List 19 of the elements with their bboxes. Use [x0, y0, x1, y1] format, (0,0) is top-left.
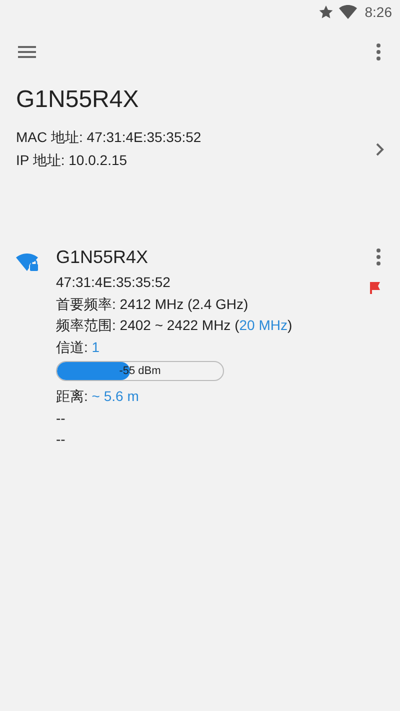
network-name: G1N55R4X [56, 246, 150, 269]
info-text: 首要频率: 2412 MHz (2.4 GHz) [56, 294, 250, 314]
star-icon [318, 5, 333, 19]
status-time: 8:26 [364, 4, 392, 20]
info-text: 频率范围: 2402 ~ 2422 MHz (20 MHz) [56, 316, 294, 335]
info-text: -- [56, 408, 66, 428]
info-text: MAC 地址: 47:31:4E:35:35:52 [16, 128, 202, 147]
more-options-icon[interactable] [376, 248, 381, 266]
menu-icon[interactable] [18, 46, 36, 58]
network-title: G1N55R4X [15, 85, 140, 115]
more-options-icon[interactable] [376, 43, 381, 61]
chevron-right-icon[interactable] [376, 142, 384, 156]
info-text: IP 地址: 10.0.2.15 [16, 151, 128, 170]
info-text: 信道: 1 [56, 338, 101, 356]
info-text: -- [56, 430, 66, 449]
wifi-icon [338, 5, 357, 19]
wifi-lock-icon [16, 252, 40, 272]
info-text: 47:31:4E:35:35:52 [56, 273, 172, 292]
info-text: 距离: ~ 5.6 m [56, 387, 140, 406]
